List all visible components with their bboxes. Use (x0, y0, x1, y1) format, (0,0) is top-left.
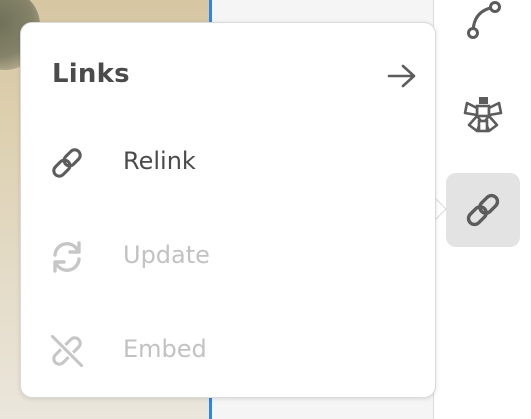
path-anchor-icon (467, 1, 501, 39)
unlink-icon (47, 331, 87, 371)
popover-open-panel-button[interactable] (385, 61, 419, 91)
menu-item-label: Embed (123, 335, 207, 363)
app-viewport: Links Relink Update Embed (0, 0, 531, 419)
rail-button-path[interactable] (446, 0, 520, 56)
links-popover: Links Relink Update Embed (20, 22, 436, 398)
menu-item-label: Relink (123, 147, 196, 175)
arrow-right-icon (387, 64, 416, 88)
rail-button-links[interactable] (446, 173, 520, 247)
menu-item-update[interactable]: Update (21, 223, 435, 287)
menu-item-label: Update (123, 241, 210, 269)
refresh-icon (47, 237, 87, 277)
popover-title: Links (52, 59, 130, 89)
rail-button-components[interactable] (446, 78, 520, 152)
menu-item-embed[interactable]: Embed (21, 317, 435, 381)
link-icon (47, 143, 87, 183)
link-icon (466, 193, 500, 227)
component-icon (463, 97, 503, 133)
menu-item-relink[interactable]: Relink (21, 129, 435, 193)
tool-rail (433, 0, 531, 419)
